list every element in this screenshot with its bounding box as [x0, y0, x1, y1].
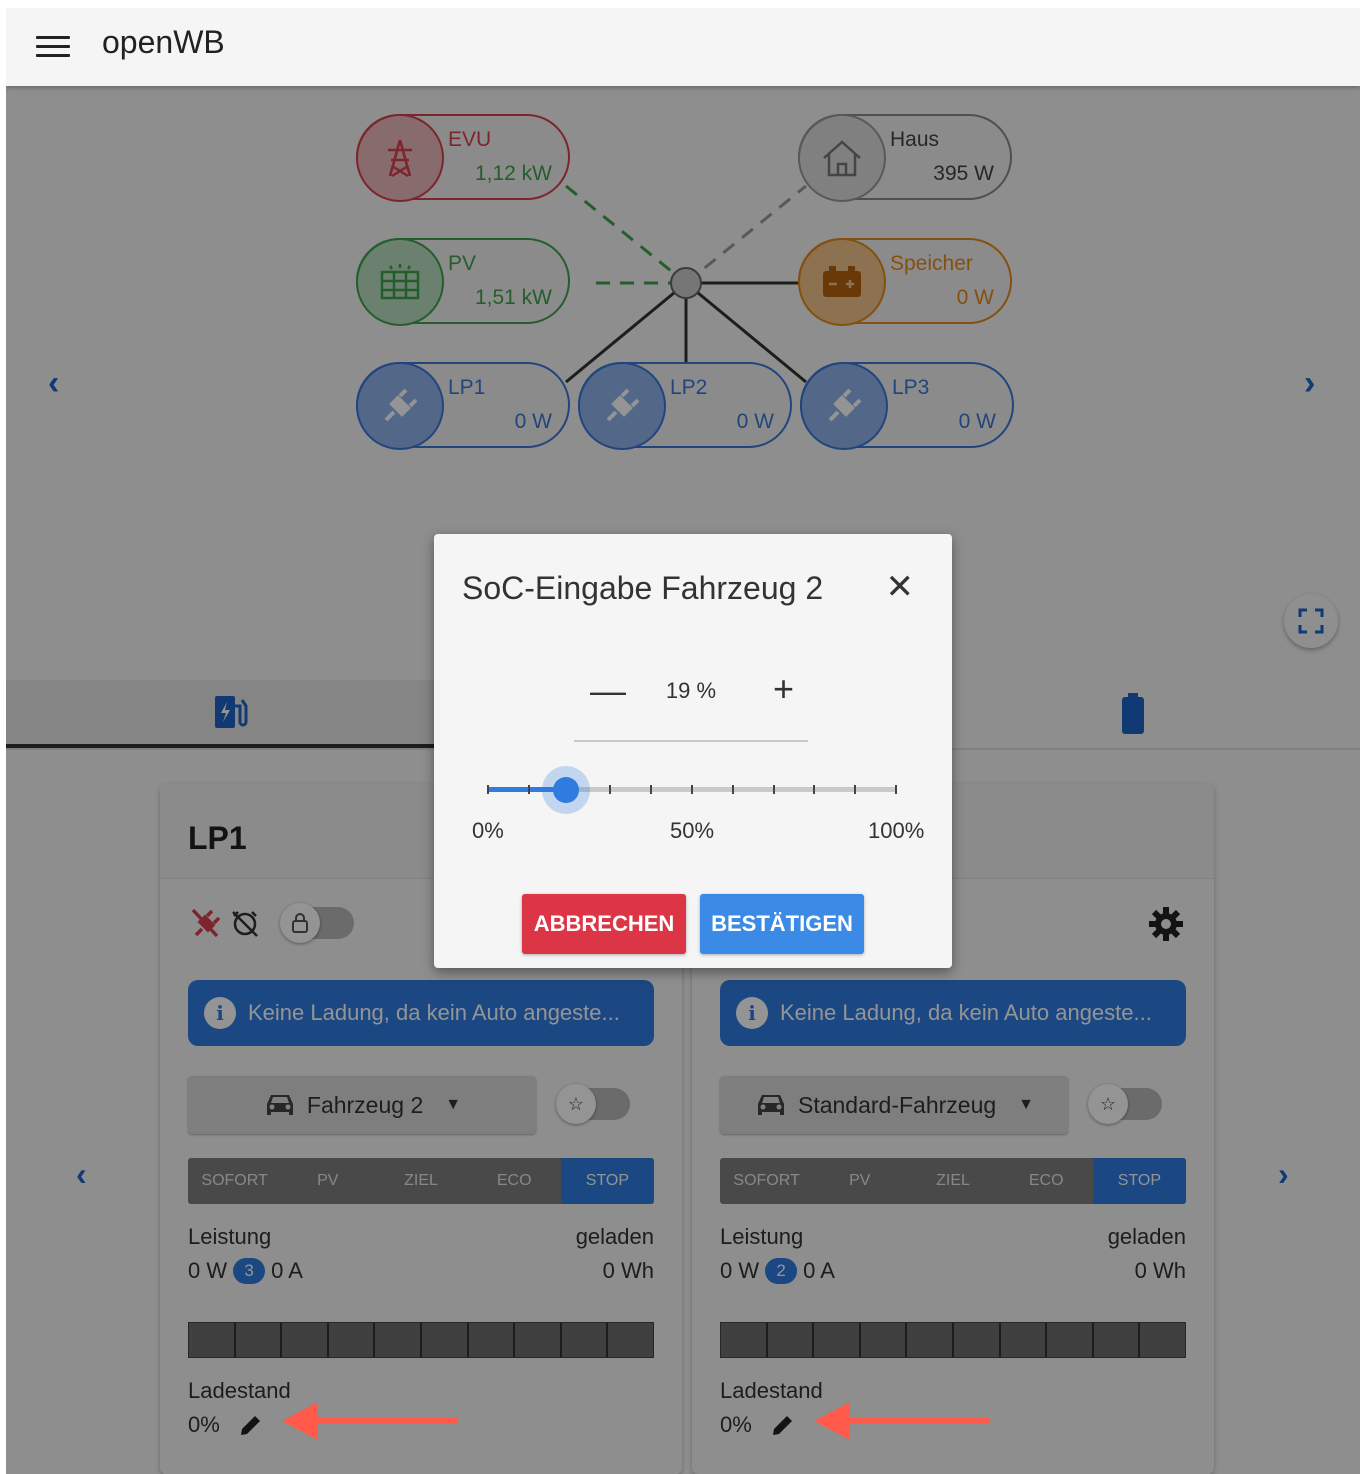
slider-tick	[609, 785, 612, 794]
slider-mid-label: 50%	[670, 818, 715, 843]
dialog-title: SoC-Eingabe Fahrzeug 2	[462, 570, 824, 606]
soc-slider[interactable]	[487, 766, 897, 814]
slider-tick	[895, 785, 897, 794]
cancel-button[interactable]: ABBRECHEN	[522, 894, 686, 954]
app-title: openWB	[102, 24, 225, 60]
soc-input-dialog: SoC-Eingabe Fahrzeug 2 ✕ — 19 % + 0% 50%…	[434, 534, 952, 968]
increment-button[interactable]: +	[773, 668, 794, 710]
slider-tick	[772, 785, 775, 794]
slider-max-label: 100%	[868, 818, 925, 843]
slider-tick	[731, 785, 734, 794]
slider-tick	[487, 785, 489, 794]
slider-tick	[854, 785, 857, 794]
slider-tick	[527, 785, 530, 794]
soc-stepper: — 19 % +	[574, 668, 808, 742]
close-icon[interactable]: ✕	[886, 570, 915, 604]
annotation-arrow-icon	[282, 1402, 458, 1440]
confirm-button[interactable]: BESTÄTIGEN	[700, 894, 864, 954]
slider-tick	[650, 785, 653, 794]
app-header: openWB	[6, 8, 1360, 86]
app: openWB ‹ › EVU 1,12 kW PV 1,51 kW Haus 3…	[6, 8, 1360, 1474]
slider-tick	[813, 785, 816, 794]
slider-tick	[691, 785, 693, 794]
menu-icon[interactable]	[36, 32, 70, 60]
slider-min-label: 0%	[472, 818, 504, 843]
slider-thumb[interactable]	[552, 777, 579, 803]
annotation-arrow-icon	[814, 1402, 990, 1440]
